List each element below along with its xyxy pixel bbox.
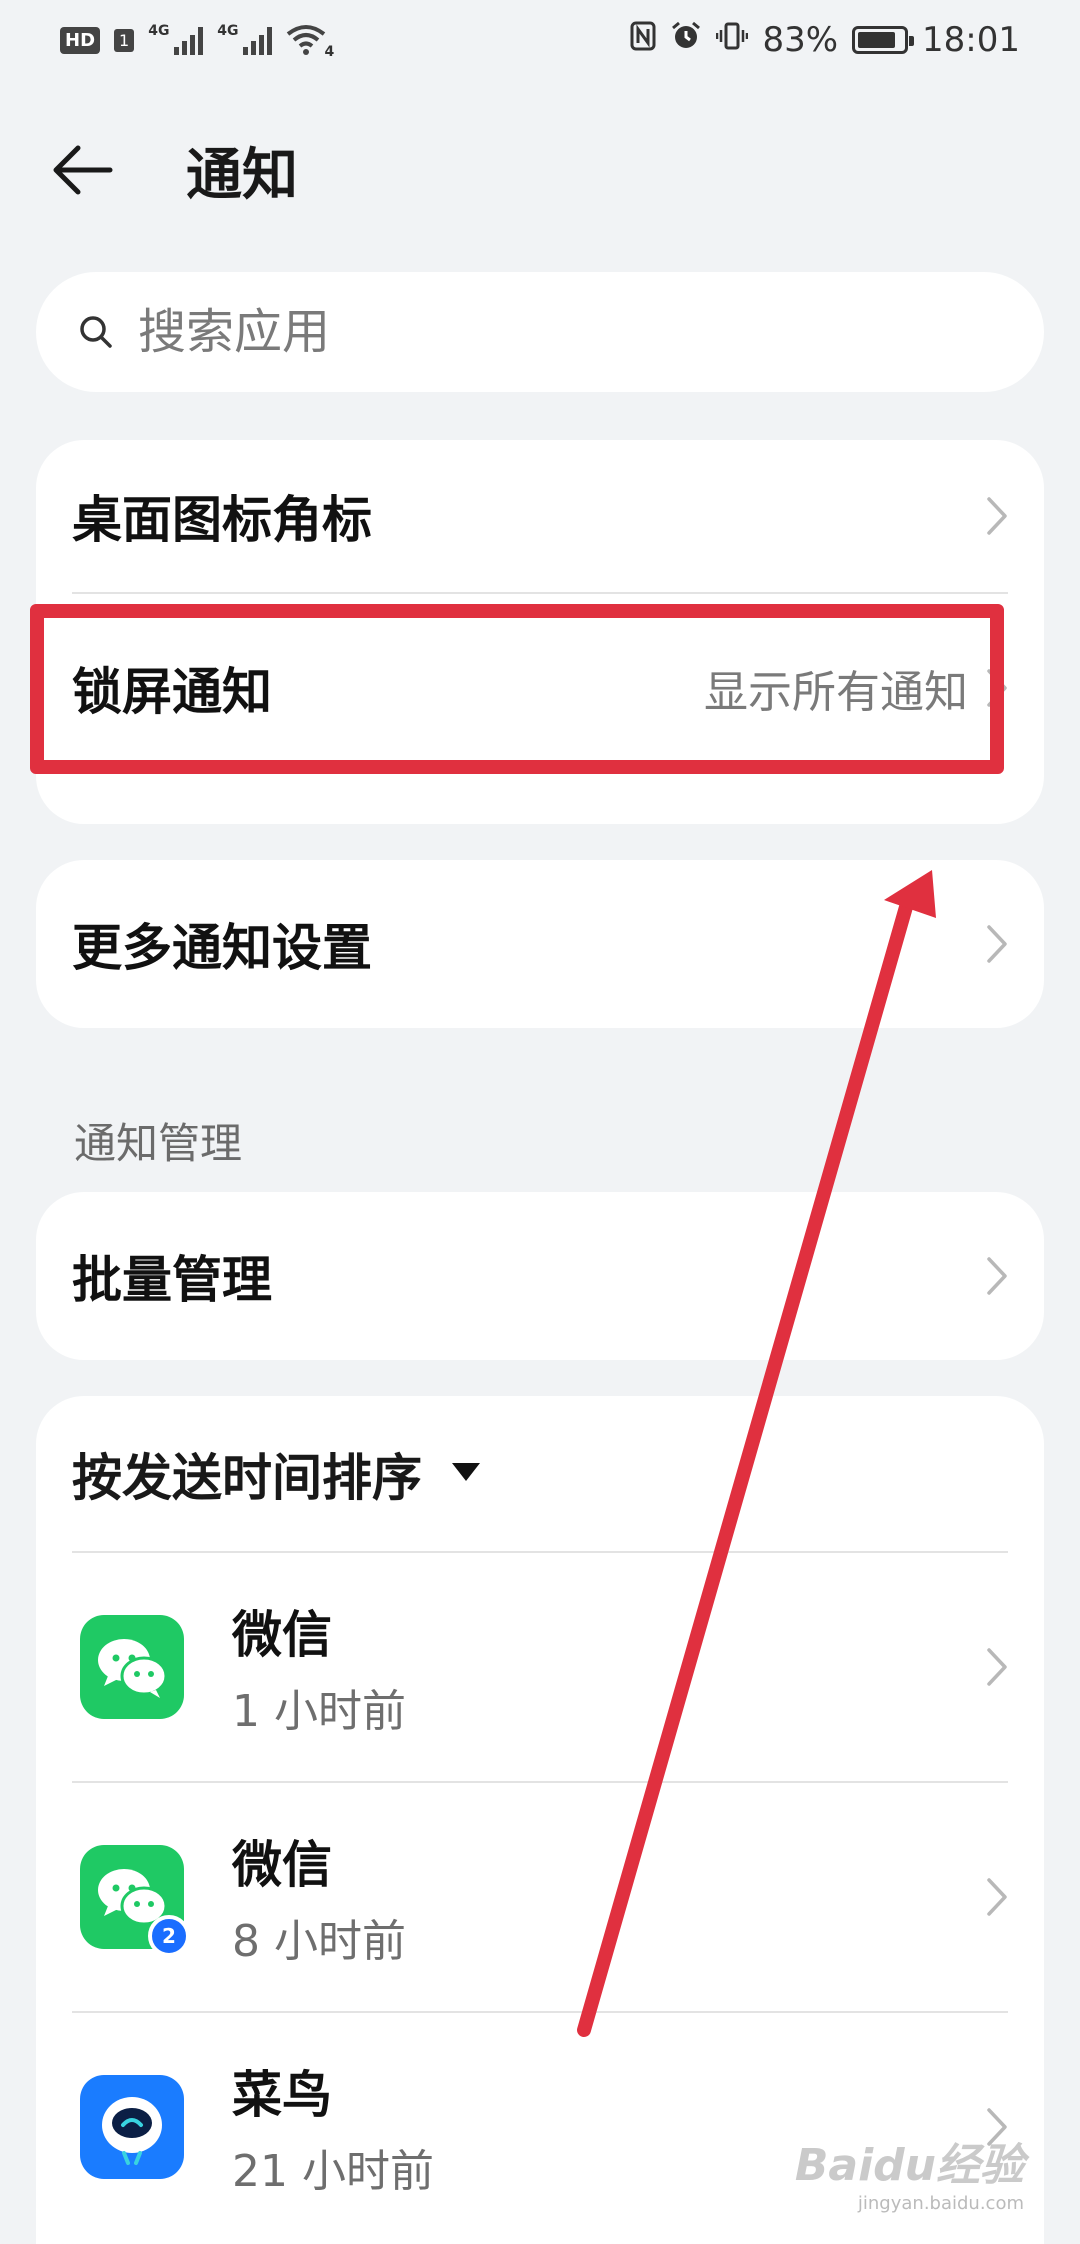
badge-setting-label: 桌面图标角标 [72, 491, 372, 549]
wechat-clone-icon: 2 [80, 1845, 190, 1957]
app-last-notified: 1 小时前 [232, 1686, 406, 1737]
nfc-icon [630, 20, 656, 60]
lock-screen-notification-label: 锁屏通知 [72, 663, 272, 721]
sort-selector[interactable]: 按发送时间排序 [36, 1396, 1044, 1551]
wifi-tag: 4 [324, 44, 335, 60]
watermark-logo: Baidu经验 jingyan.baidu.com [795, 2129, 1024, 2214]
search-icon [80, 316, 112, 348]
app-bar: 通知 [0, 110, 1080, 230]
alarm-icon [670, 20, 702, 61]
signal-1-network-type: 4G [148, 23, 170, 39]
app-twin-badge: 2 [148, 1915, 190, 1957]
back-button[interactable] [50, 115, 160, 225]
chevron-right-icon [986, 924, 1008, 964]
watermark-brand: Baidu经验 [794, 2140, 1024, 2191]
lock-screen-notification-value: 显示所有通知 [704, 667, 968, 718]
chevron-right-icon [986, 1877, 1008, 1917]
sim-indicator: 1 [114, 28, 135, 52]
app-name: 菜鸟 [232, 2066, 332, 2124]
hd-indicator: HD [60, 26, 101, 54]
app-list-card: 按发送时间排序 微信 1 小时前 2 微信 8 小时前 菜鸟 21 小时前 [36, 1396, 1044, 2244]
dropdown-triangle-icon [450, 1461, 482, 1487]
signal-icon-2: 4G [217, 23, 273, 55]
search-input[interactable] [138, 304, 938, 360]
clock: 18:01 [922, 20, 1020, 60]
app-text: 菜鸟 21 小时前 [232, 2055, 434, 2199]
back-arrow-icon [53, 145, 113, 195]
app-last-notified: 8 小时前 [232, 1916, 406, 1967]
chevron-right-icon [986, 1647, 1008, 1687]
lock-screen-notification-row[interactable]: 锁屏通知 显示所有通知 [36, 594, 1044, 782]
batch-management-row[interactable]: 批量管理 [36, 1192, 1044, 1360]
section-header-notification-management: 通知管理 [74, 1119, 243, 1168]
battery-icon [852, 26, 915, 54]
status-bar-left: HD 1 4G 4G 4 [60, 23, 334, 60]
cainiao-icon [80, 2075, 184, 2179]
more-notification-settings-label: 更多通知设置 [72, 919, 372, 977]
vibrate-icon [716, 20, 749, 61]
notification-settings-card: 桌面图标角标 锁屏通知 显示所有通知 [36, 440, 1044, 824]
app-name: 微信 [232, 1836, 332, 1894]
app-last-notified: 21 小时前 [232, 2146, 434, 2197]
app-text: 微信 8 小时前 [232, 1825, 406, 1969]
more-notification-settings-row[interactable]: 更多通知设置 [36, 860, 1044, 1028]
page-title: 通知 [186, 142, 298, 208]
more-settings-card: 更多通知设置 [36, 860, 1044, 1028]
signal-2-network-type: 4G [217, 23, 239, 39]
signal-icon-1: 4G [148, 23, 204, 55]
chevron-right-icon [986, 496, 1008, 536]
watermark-url: jingyan.baidu.com [857, 2193, 1024, 2214]
chevron-right-icon [986, 668, 1008, 708]
chevron-right-icon [986, 1256, 1008, 1296]
app-name: 微信 [232, 1606, 332, 1664]
badge-setting-row[interactable]: 桌面图标角标 [36, 440, 1044, 592]
batch-management-card: 批量管理 [36, 1192, 1044, 1360]
status-bar-right: 83% 18:01 [630, 20, 1020, 61]
wifi-icon: 4 [286, 24, 334, 60]
sort-label: 按发送时间排序 [72, 1448, 422, 1507]
app-text: 微信 1 小时前 [232, 1595, 406, 1739]
app-row-wechat-clone[interactable]: 2 微信 8 小时前 [36, 1783, 1044, 2011]
batch-management-label: 批量管理 [72, 1251, 272, 1309]
app-row-wechat[interactable]: 微信 1 小时前 [36, 1553, 1044, 1781]
battery-level [858, 32, 895, 48]
search-bar[interactable] [36, 272, 1044, 392]
battery-percent: 83% [762, 20, 839, 60]
status-bar: HD 1 4G 4G 4 83% 18:01 [0, 0, 1080, 80]
wechat-icon [80, 1615, 184, 1719]
